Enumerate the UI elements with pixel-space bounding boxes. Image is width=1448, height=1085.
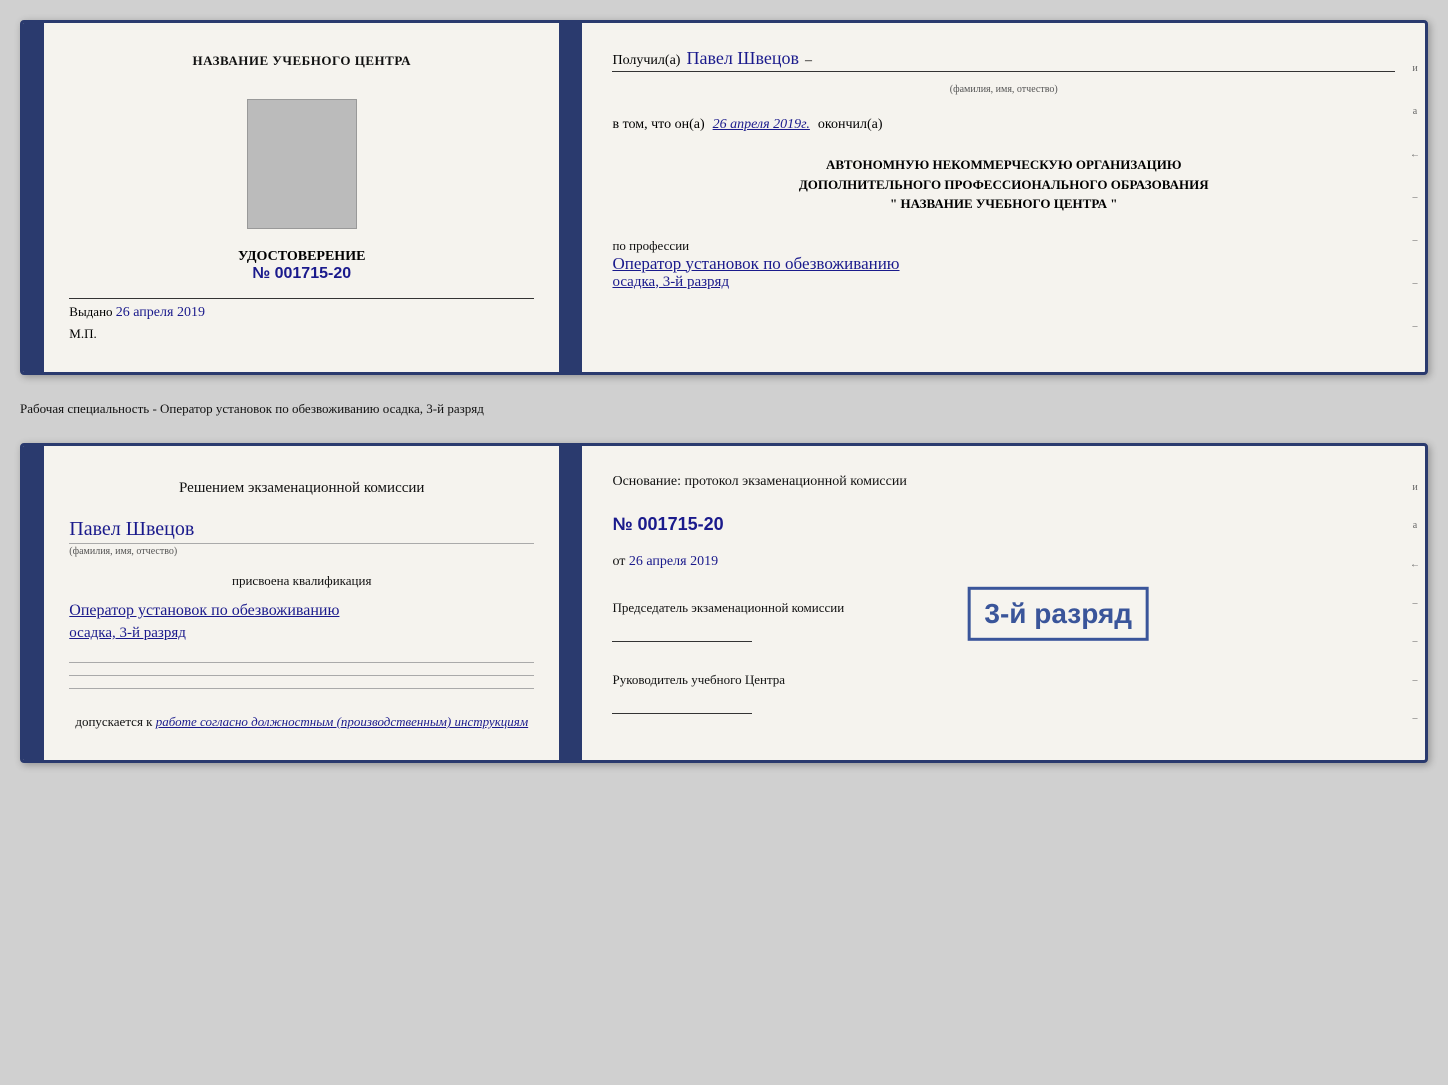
right-side-decorations: и а ← – – – – xyxy=(1405,23,1425,372)
cert-number: № 001715-20 xyxy=(252,265,351,282)
person-sublabel-top: (фамилия, имя, отчество) xyxy=(612,84,1395,95)
side-char-3: ← xyxy=(1405,149,1425,160)
side-char-4: – xyxy=(1405,192,1425,203)
side-char-b4: – xyxy=(1405,598,1425,609)
protocol-number: № 001715-20 xyxy=(612,514,1395,535)
issued-label: Выдано xyxy=(69,304,112,319)
separator-text: Рабочая специальность - Оператор установ… xyxy=(20,393,1428,425)
bottom-doc-right-panel: Основание: протокол экзаменационной коми… xyxy=(582,446,1425,760)
allowed-prefix: допускается к xyxy=(75,714,152,729)
org-line2: ДОПОЛНИТЕЛЬНОГО ПРОФЕССИОНАЛЬНОГО ОБРАЗО… xyxy=(612,175,1395,195)
side-char-b1: и xyxy=(1405,482,1425,493)
head-label: Руководитель учебного Центра xyxy=(612,671,1395,714)
in-that-text: в том, что он(а) xyxy=(612,117,704,133)
side-char-b2: а xyxy=(1405,520,1425,531)
side-char-b6: – xyxy=(1405,675,1425,686)
decision-text: Решением экзаменационной комиссии xyxy=(69,476,534,500)
qualification-stamp: 3-й разряд xyxy=(967,587,1149,641)
bottom-document: Решением экзаменационной комиссии Павел … xyxy=(20,443,1428,763)
org-line1: АВТОНОМНУЮ НЕКОММЕРЧЕСКУЮ ОРГАНИЗАЦИЮ xyxy=(612,155,1395,175)
profession-block: по профессии Оператор установок по обезв… xyxy=(612,238,1395,291)
received-row: Получил(а) Павел Швецов – xyxy=(612,48,1395,72)
person-block-bottom: Павел Швецов (фамилия, имя, отчество) xyxy=(69,513,534,557)
binding-strip-left-bottom xyxy=(23,446,44,760)
org-line3: " НАЗВАНИЕ УЧЕБНОГО ЦЕНТРА " xyxy=(612,194,1395,214)
top-document: НАЗВАНИЕ УЧЕБНОГО ЦЕНТРА УДОСТОВЕРЕНИЕ №… xyxy=(20,20,1428,375)
completion-date: 26 апреля 2019г. xyxy=(713,117,810,133)
top-left-title: НАЗВАНИЕ УЧЕБНОГО ЦЕНТРА xyxy=(192,53,411,69)
head-sign-line xyxy=(612,694,752,714)
basis-title: Основание: протокол экзаменационной коми… xyxy=(612,471,1395,492)
from-date-prefix: от xyxy=(612,554,625,569)
right-side-decorations-bottom: и а ← – – – – xyxy=(1405,446,1425,760)
side-char-6: – xyxy=(1405,278,1425,289)
mp-label: М.П. xyxy=(69,326,96,342)
side-char-1: и xyxy=(1405,63,1425,74)
qual-line2: осадка, 3-й разряд xyxy=(69,625,534,642)
top-doc-right-panel: Получил(а) Павел Швецов – (фамилия, имя,… xyxy=(582,23,1425,372)
in-that-row: в том, что он(а) 26 апреля 2019г. окончи… xyxy=(612,117,1395,133)
finished-text: окончил(а) xyxy=(818,117,883,133)
cert-label: УДОСТОВЕРЕНИЕ xyxy=(238,249,365,265)
from-date-value: 26 апреля 2019 xyxy=(629,554,718,569)
side-char-b5: – xyxy=(1405,636,1425,647)
org-block: АВТОНОМНУЮ НЕКОММЕРЧЕСКУЮ ОРГАНИЗАЦИЮ ДО… xyxy=(612,155,1395,214)
side-char-7: – xyxy=(1405,321,1425,332)
binding-strip-center-top xyxy=(561,23,582,372)
profession-line2: осадка, 3-й разряд xyxy=(612,274,1395,291)
profession-line1: Оператор установок по обезвоживанию xyxy=(612,254,1395,274)
issued-date: 26 апреля 2019 xyxy=(116,305,205,320)
side-char-b7: – xyxy=(1405,713,1425,724)
top-doc-left-panel: НАЗВАНИЕ УЧЕБНОГО ЦЕНТРА УДОСТОВЕРЕНИЕ №… xyxy=(44,23,561,372)
side-char-b3: ← xyxy=(1405,559,1425,570)
qual-line1: Оператор установок по обезвоживанию xyxy=(69,602,534,620)
person-sublabel-bottom: (фамилия, имя, отчество) xyxy=(69,546,534,557)
stamp-text: 3-й разряд xyxy=(984,598,1132,629)
allowed-text: работе согласно должностным (производств… xyxy=(156,714,528,729)
dash-top: – xyxy=(805,53,812,69)
cert-title-block: УДОСТОВЕРЕНИЕ № 001715-20 xyxy=(238,249,365,283)
assigned-label: присвоена квалификация xyxy=(232,573,371,589)
issued-line: Выдано 26 апреля 2019 xyxy=(69,298,534,321)
photo-placeholder xyxy=(247,99,357,229)
bottom-doc-left-panel: Решением экзаменационной комиссии Павел … xyxy=(44,446,561,760)
allowed-line: допускается к работе согласно должностны… xyxy=(75,714,528,730)
binding-strip-left xyxy=(23,23,44,372)
chairman-sign-line xyxy=(612,622,752,642)
binding-strip-center-bottom xyxy=(561,446,582,760)
profession-prefix: по профессии xyxy=(612,238,1395,254)
person-name-top: Павел Швецов xyxy=(686,48,799,69)
received-prefix: Получил(а) xyxy=(612,53,680,69)
side-char-5: – xyxy=(1405,235,1425,246)
head-text: Руководитель учебного Центра xyxy=(612,671,1395,689)
qualification-block: Оператор установок по обезвоживанию осад… xyxy=(69,597,534,642)
sign-lines-block xyxy=(69,660,534,691)
person-name-bottom: Павел Швецов xyxy=(69,518,534,541)
from-date-row: от 26 апреля 2019 xyxy=(612,554,1395,570)
side-char-2: а xyxy=(1405,106,1425,117)
